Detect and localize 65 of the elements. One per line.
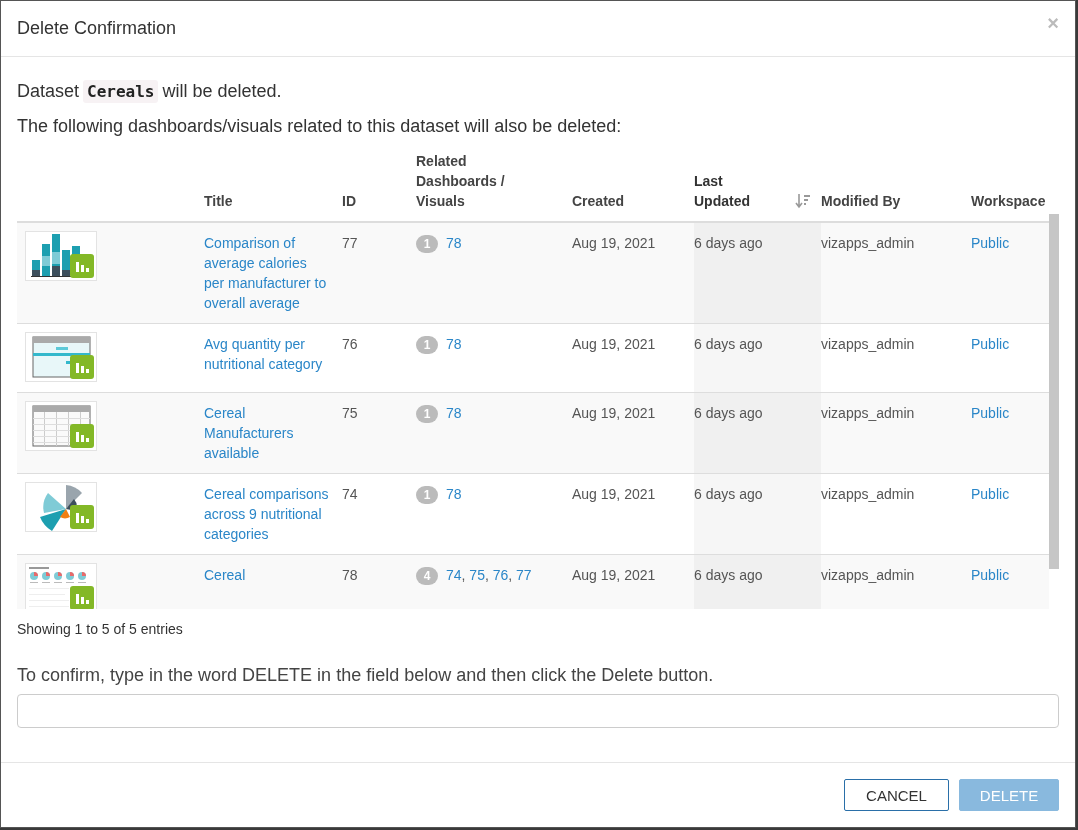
related-items-note: The following dashboards/visuals related to this dataset will also be deleted: bbox=[17, 116, 623, 137]
chart-badge-icon bbox=[70, 355, 94, 379]
workspace-link[interactable]: Public bbox=[971, 486, 1010, 502]
column-header[interactable]: ID bbox=[342, 191, 356, 211]
id-cell: 77 bbox=[342, 235, 358, 251]
related-dashboard-link[interactable]: 75 bbox=[469, 567, 485, 583]
created-date-cell: Aug 19, 2021 bbox=[572, 486, 656, 502]
related-dashboard-link[interactable]: 74 bbox=[446, 567, 462, 583]
id-cell: 75 bbox=[342, 405, 358, 421]
related-count-badge: 1 bbox=[416, 336, 438, 355]
last-updated-cell: 6 days ago bbox=[694, 405, 763, 421]
created-date-cell: Aug 19, 2021 bbox=[572, 405, 656, 421]
column-header[interactable]: Title bbox=[204, 191, 233, 211]
column-header[interactable]: Created bbox=[572, 191, 625, 211]
related-dashboard-link[interactable]: 77 bbox=[516, 567, 532, 583]
separator-text: , bbox=[461, 567, 467, 583]
id-cell: 78 bbox=[342, 567, 358, 583]
last-updated-cell: 6 days ago bbox=[694, 336, 763, 352]
column-header[interactable]: Related Dashboards / Visuals bbox=[416, 151, 526, 211]
modified-by-cell: vizapps_admin bbox=[821, 486, 915, 502]
visual-title-link[interactable]: Cereal Manufacturers available bbox=[204, 403, 332, 463]
entries-info: Showing 1 to 5 of 5 entries bbox=[17, 621, 184, 637]
last-updated-cell: 6 days ago bbox=[694, 235, 763, 251]
workspace-link[interactable]: Public bbox=[971, 336, 1010, 352]
workspace-link[interactable]: Public bbox=[971, 235, 1010, 251]
chart-badge-icon bbox=[70, 254, 94, 278]
created-date-cell: Aug 19, 2021 bbox=[572, 567, 656, 583]
related-count-badge: 1 bbox=[416, 486, 438, 505]
chart-badge-icon bbox=[70, 424, 94, 448]
column-header[interactable]: Last Updated bbox=[694, 171, 764, 211]
separator-text: , bbox=[484, 567, 490, 583]
confirm-input-field[interactable] bbox=[17, 694, 1059, 728]
column-header[interactable]: Modified By bbox=[821, 191, 901, 211]
modified-by-cell: vizapps_admin bbox=[821, 405, 915, 421]
id-cell: 76 bbox=[342, 336, 358, 352]
last-updated-cell: 6 days ago bbox=[694, 567, 763, 583]
related-count-badge: 1 bbox=[416, 235, 438, 254]
dialog-title: Delete Confirmation bbox=[17, 18, 177, 39]
related-dashboard-link[interactable]: 78 bbox=[446, 486, 462, 502]
chart-badge-icon bbox=[70, 505, 94, 529]
workspace-link[interactable]: Public bbox=[971, 567, 1010, 583]
last-updated-cell: 6 days ago bbox=[694, 486, 763, 502]
id-cell: 74 bbox=[342, 486, 358, 502]
modified-by-cell: vizapps_admin bbox=[821, 567, 915, 583]
column-header[interactable]: Workspace bbox=[971, 191, 1046, 211]
visual-title-link[interactable]: Cereal comparisons across 9 nutritional categories bbox=[204, 484, 332, 544]
related-dashboard-link[interactable]: 78 bbox=[446, 336, 462, 352]
confirm-instruction: To confirm, type in the word DELETE in the field below and then click the Delete button. bbox=[17, 665, 715, 686]
sort-descending-icon[interactable] bbox=[795, 193, 811, 209]
modified-by-cell: vizapps_admin bbox=[821, 235, 915, 251]
related-count-badge: 1 bbox=[416, 405, 438, 424]
visual-title-link[interactable]: Avg quantity per nutritional category bbox=[204, 334, 332, 374]
scrollbar-thumb[interactable] bbox=[1049, 214, 1059, 569]
cancel-button[interactable]: CANCEL bbox=[844, 779, 949, 811]
separator-text: , bbox=[508, 567, 514, 583]
related-dashboard-link[interactable]: 78 bbox=[446, 405, 462, 421]
dataset-message: Dataset Cereals will be deleted. bbox=[17, 81, 283, 102]
related-dashboard-link[interactable]: 78 bbox=[446, 235, 462, 251]
modified-by-cell: vizapps_admin bbox=[821, 336, 915, 352]
related-count-badge: 4 bbox=[416, 567, 438, 586]
visual-title-link[interactable]: Comparison of average calories per manufacturer to overall average bbox=[204, 233, 332, 313]
created-date-cell: Aug 19, 2021 bbox=[572, 336, 656, 352]
created-date-cell: Aug 19, 2021 bbox=[572, 235, 656, 251]
workspace-link[interactable]: Public bbox=[971, 405, 1010, 421]
visual-title-link[interactable]: Cereal bbox=[204, 565, 332, 585]
